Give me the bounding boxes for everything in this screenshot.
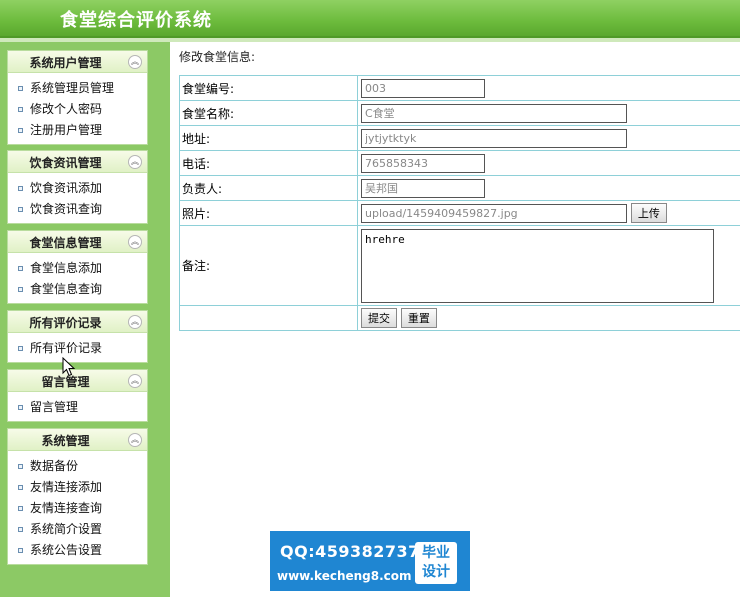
- canteen-code-input[interactable]: [361, 78, 485, 98]
- menu-title: 食堂信息管理: [29, 236, 102, 250]
- bullet-icon: [18, 128, 23, 133]
- menu-messages: 留言管理 ︽ 留言管理: [7, 369, 148, 422]
- upload-button[interactable]: 上传: [630, 203, 667, 223]
- form-row-photo: 照片: 上传: [179, 200, 740, 226]
- menu-header[interactable]: 系统管理 ︽: [8, 429, 147, 451]
- empty-cell: [179, 305, 358, 331]
- menu-header[interactable]: 系统用户管理 ︽: [8, 51, 147, 73]
- canteen-name-input[interactable]: [361, 103, 627, 123]
- menu-header[interactable]: 留言管理 ︽: [8, 370, 147, 392]
- app-title: 食堂综合评价系统: [60, 10, 212, 31]
- sidebar-item-canteen-query[interactable]: 食堂信息查询: [8, 279, 147, 300]
- submit-button[interactable]: 提交: [361, 308, 397, 328]
- watermark-qq: QQ:459382737: [280, 542, 420, 561]
- sidebar: 系统用户管理 ︽ 系统管理员管理 修改个人密码 注册用户管理 饮食资讯管理 ︽ …: [0, 42, 170, 597]
- double-chevron-up-icon[interactable]: ︽: [128, 235, 142, 249]
- menu-canteen-info: 食堂信息管理 ︽ 食堂信息添加 食堂信息查询: [7, 230, 148, 304]
- field-label: 地址:: [179, 125, 358, 151]
- bullet-icon: [18, 506, 23, 511]
- bullet-icon: [18, 527, 23, 532]
- menu-title: 所有评价记录: [29, 316, 102, 330]
- form-row-actions: 提交 重置: [179, 305, 740, 331]
- bullet-icon: [18, 186, 23, 191]
- watermark-site: www.kecheng8.com: [277, 569, 412, 583]
- sidebar-item-link-add[interactable]: 友情连接添加: [8, 477, 147, 498]
- sidebar-item-messages[interactable]: 留言管理: [8, 397, 147, 418]
- field-label: 食堂编号:: [179, 75, 358, 101]
- menu-all-reviews: 所有评价记录 ︽ 所有评价记录: [7, 310, 148, 363]
- double-chevron-up-icon[interactable]: ︽: [128, 155, 142, 169]
- sidebar-item-backup[interactable]: 数据备份: [8, 456, 147, 477]
- double-chevron-up-icon[interactable]: ︽: [128, 374, 142, 388]
- double-chevron-up-icon[interactable]: ︽: [128, 433, 142, 447]
- remark-textarea[interactable]: hrehre: [361, 228, 714, 303]
- field-label: 食堂名称:: [179, 100, 358, 126]
- field-label: 电话:: [179, 150, 358, 176]
- bullet-icon: [18, 266, 23, 271]
- menu-header[interactable]: 食堂信息管理 ︽: [8, 231, 147, 253]
- bullet-icon: [18, 464, 23, 469]
- field-label: 备注:: [179, 225, 358, 306]
- sidebar-item-news-query[interactable]: 饮食资讯查询: [8, 199, 147, 220]
- bullet-icon: [18, 485, 23, 490]
- sidebar-item-all-reviews[interactable]: 所有评价记录: [8, 338, 147, 359]
- edit-canteen-form: 食堂编号: 食堂名称: 地址: 电话: 负责人: 照片: 上传 备注:: [179, 75, 740, 331]
- form-row-code: 食堂编号:: [179, 75, 740, 101]
- double-chevron-up-icon[interactable]: ︽: [128, 315, 142, 329]
- photo-path-input[interactable]: [361, 203, 627, 223]
- bullet-icon: [18, 346, 23, 351]
- sidebar-item-news-add[interactable]: 饮食资讯添加: [8, 178, 147, 199]
- bullet-icon: [18, 287, 23, 292]
- field-label: 负责人:: [179, 175, 358, 201]
- sidebar-item-link-query[interactable]: 友情连接查询: [8, 498, 147, 519]
- bullet-icon: [18, 207, 23, 212]
- main-content: 修改食堂信息: 食堂编号: 食堂名称: 地址: 电话: 负责人: 照片: 上传: [170, 42, 740, 597]
- bullet-icon: [18, 107, 23, 112]
- phone-input[interactable]: [361, 153, 485, 173]
- field-label: 照片:: [179, 200, 358, 226]
- address-input[interactable]: [361, 128, 627, 148]
- menu-header[interactable]: 饮食资讯管理 ︽: [8, 151, 147, 173]
- double-chevron-up-icon[interactable]: ︽: [128, 55, 142, 69]
- page-title: 修改食堂信息:: [179, 50, 256, 64]
- bullet-icon: [18, 86, 23, 91]
- app-header: 食堂综合评价系统: [0, 0, 740, 38]
- form-row-name: 食堂名称:: [179, 100, 740, 126]
- menu-header[interactable]: 所有评价记录 ︽: [8, 311, 147, 333]
- form-row-phone: 电话:: [179, 150, 740, 176]
- menu-diet-news: 饮食资讯管理 ︽ 饮食资讯添加 饮食资讯查询: [7, 150, 148, 224]
- bullet-icon: [18, 405, 23, 410]
- bullet-icon: [18, 548, 23, 553]
- menu-title: 系统管理: [41, 434, 90, 448]
- form-row-remark: 备注: hrehre: [179, 225, 740, 306]
- badge-line: 毕业: [422, 545, 450, 561]
- badge-line: 设计: [422, 564, 450, 580]
- reset-button[interactable]: 重置: [400, 308, 437, 328]
- manager-input[interactable]: [361, 178, 485, 198]
- menu-system: 系统管理 ︽ 数据备份 友情连接添加 友情连接查询 系统简介设置 系统公告设置: [7, 428, 148, 565]
- sidebar-item-registered-users[interactable]: 注册用户管理: [8, 120, 147, 141]
- watermark-badge: 毕业 设计: [415, 542, 457, 584]
- sidebar-item-notice-settings[interactable]: 系统公告设置: [8, 540, 147, 561]
- sidebar-item-change-password[interactable]: 修改个人密码: [8, 99, 147, 120]
- watermark-banner: QQ:459382737 www.kecheng8.com 毕业 设计: [270, 531, 470, 591]
- sidebar-item-admin-management[interactable]: 系统管理员管理: [8, 78, 147, 99]
- sidebar-item-canteen-add[interactable]: 食堂信息添加: [8, 258, 147, 279]
- menu-user-management: 系统用户管理 ︽ 系统管理员管理 修改个人密码 注册用户管理: [7, 50, 148, 145]
- menu-title: 系统用户管理: [29, 56, 102, 70]
- form-row-address: 地址:: [179, 125, 740, 151]
- mouse-cursor-icon: [62, 357, 76, 377]
- form-row-manager: 负责人:: [179, 175, 740, 201]
- menu-title: 饮食资讯管理: [29, 156, 102, 170]
- sidebar-item-intro-settings[interactable]: 系统简介设置: [8, 519, 147, 540]
